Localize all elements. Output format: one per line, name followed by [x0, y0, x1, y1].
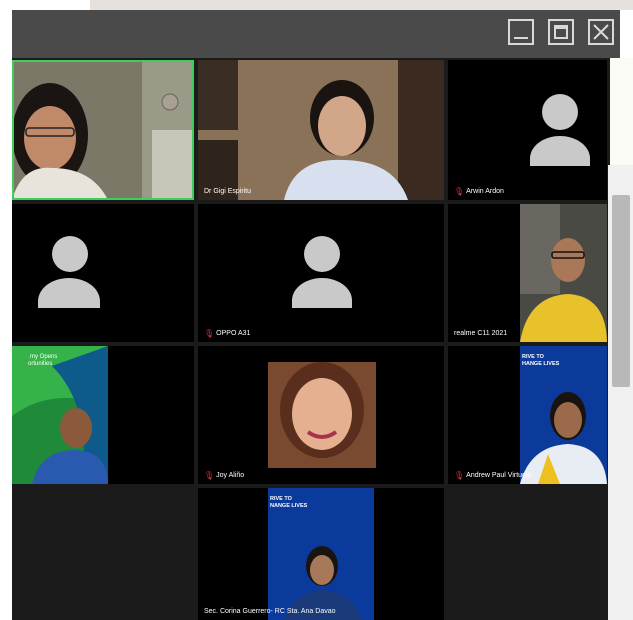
scrollbar-thumb[interactable]	[612, 195, 630, 387]
background-text: ortunities	[28, 361, 52, 367]
participant-tile[interactable]: RIVE TO NANGE LIVES Sec. Corina Guerrero…	[198, 488, 444, 620]
participant-name: 🎙︎ Arwin Ardon	[454, 187, 504, 196]
side-panel	[610, 58, 633, 166]
maximize-icon	[554, 25, 568, 39]
muted-mic-icon: 🎙︎	[204, 329, 215, 338]
participant-video: my Opens ortunities	[12, 346, 108, 484]
video-grid: Dr Gigi Espiritu 🎙︎ Arwin Ardon 🎙︎ OPPO A3…	[12, 58, 620, 620]
meeting-window: Dr Gigi Espiritu 🎙︎ Arwin Ardon 🎙︎ OPPO A3…	[12, 10, 620, 620]
background-text: RIVE TO	[270, 496, 293, 502]
background-text: NANGE LIVES	[270, 503, 308, 509]
muted-mic-icon: 🎙︎	[454, 187, 465, 196]
avatar-body	[292, 278, 352, 308]
participant-tile[interactable]: 🎙︎ OPPO A31	[198, 204, 444, 342]
background-text: RIVE TO	[522, 354, 545, 360]
participant-video	[268, 362, 376, 468]
background-text: my Opens	[30, 354, 57, 360]
participant-video	[520, 204, 607, 342]
participant-tile[interactable]: 🎙︎ Joy Aliño	[198, 346, 444, 484]
avatar-icon	[542, 94, 578, 130]
participant-name: Sec. Corina Guerrero- RC Sta. Ana Davao	[204, 608, 336, 615]
participant-tile[interactable]	[12, 60, 194, 200]
avatar-body	[38, 278, 100, 308]
desktop-strip	[0, 0, 633, 10]
avatar-icon	[304, 236, 340, 272]
muted-mic-icon: 🎙︎	[204, 471, 215, 480]
desktop-tint	[90, 0, 633, 10]
close-button[interactable]	[588, 19, 614, 45]
participant-name: realme C11 2021	[454, 330, 508, 337]
desktop-edge	[0, 10, 12, 620]
participant-tile[interactable]: Dr Gigi Espiritu	[198, 60, 444, 200]
background-text: HANGE LIVES	[522, 361, 560, 367]
participant-tile[interactable]	[12, 204, 194, 342]
avatar-icon	[52, 236, 88, 272]
close-icon	[593, 24, 609, 40]
participant-name: 🎙︎ Andrew Paul Virtucio	[454, 471, 532, 480]
minimize-button[interactable]	[508, 19, 534, 45]
avatar-body	[530, 136, 590, 166]
participant-video: RIVE TO NANGE LIVES	[268, 488, 374, 620]
participant-tile[interactable]: RIVE TO HANGE LIVES 🎙︎ Andrew Paul Virtuc…	[448, 346, 607, 484]
participant-video	[198, 60, 444, 200]
participant-name: Dr Gigi Espiritu	[204, 188, 252, 195]
participant-name: 🎙︎ Joy Aliño	[204, 471, 245, 480]
participant-video: RIVE TO HANGE LIVES	[520, 346, 607, 484]
participant-tile[interactable]: realme C11 2021	[448, 204, 607, 342]
muted-mic-icon: 🎙︎	[454, 471, 465, 480]
participant-tile[interactable]: my Opens ortunities	[12, 346, 194, 484]
participant-tile[interactable]: 🎙︎ Arwin Ardon	[448, 60, 607, 200]
title-bar[interactable]	[12, 10, 620, 58]
participant-video	[12, 60, 194, 200]
minimize-icon	[514, 37, 528, 39]
maximize-button[interactable]	[548, 19, 574, 45]
participant-name: 🎙︎ OPPO A31	[204, 329, 251, 338]
